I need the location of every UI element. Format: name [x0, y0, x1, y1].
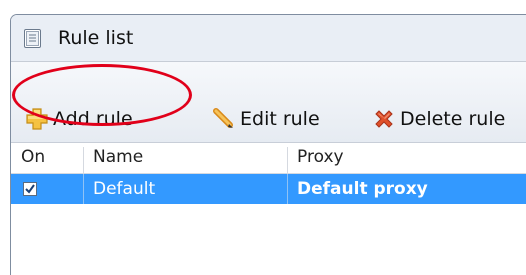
title-bar: Rule list: [11, 15, 526, 62]
add-rule-label: Add rule: [53, 108, 133, 130]
table-row[interactable]: Default Default proxy: [11, 174, 526, 204]
delete-icon: [372, 107, 396, 131]
delete-rule-button[interactable]: Delete rule: [372, 104, 505, 134]
edit-rule-label: Edit rule: [240, 108, 320, 130]
add-rule-button[interactable]: Add rule: [25, 104, 133, 134]
enabled-checkbox[interactable]: [23, 182, 37, 196]
edit-rule-button[interactable]: Edit rule: [212, 104, 320, 134]
rule-proxy-cell: Default proxy: [287, 174, 428, 204]
delete-rule-label: Delete rule: [400, 108, 506, 130]
table-header: On Name Proxy: [11, 143, 526, 174]
add-icon: [25, 107, 49, 131]
pencil-icon: [212, 107, 236, 131]
document-icon: [24, 29, 41, 48]
toolbar: Add rule Edit rule Delete rule: [11, 62, 526, 143]
column-header-on[interactable]: On: [21, 147, 45, 173]
rules-table: On Name Proxy Default Default proxy: [11, 143, 526, 275]
column-header-proxy[interactable]: Proxy: [287, 147, 344, 173]
rule-name-cell: Default: [83, 174, 155, 204]
column-header-name[interactable]: Name: [83, 147, 143, 173]
rule-list-window: Rule list Add rule Edit rule Delete rule…: [10, 14, 526, 275]
window-title: Rule list: [58, 27, 134, 49]
